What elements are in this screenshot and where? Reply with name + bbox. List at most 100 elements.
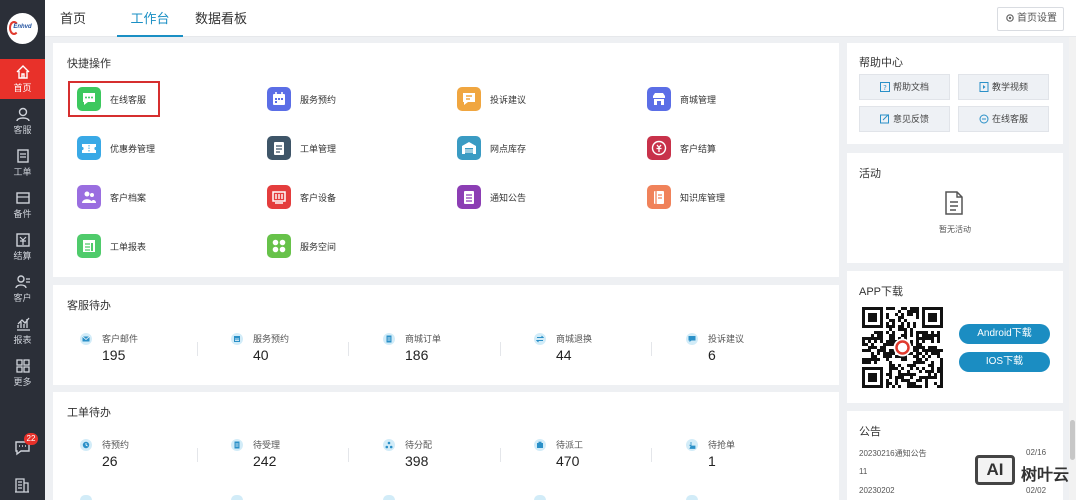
todo-pending-grab[interactable]: 待抢单 1 [686,436,826,476]
todo-complaint[interactable]: 投诉建议 6 [686,330,826,370]
ticket-icon [267,136,291,160]
announcement-item[interactable]: 20230202 [859,486,895,495]
assign-icon [383,439,395,451]
ios-download-button[interactable]: IOS下载 [959,352,1050,372]
divider [348,342,349,356]
home-icon [16,65,29,79]
quick-action-customer-archive[interactable]: 客户档案 [68,179,218,215]
feedback-button[interactable]: 意见反馈 [859,106,950,132]
tab-workbench[interactable]: 工作台 [117,0,183,37]
chat-icon [979,114,989,124]
order-icon [383,333,395,345]
sidebar-item-parts[interactable]: 备件 [0,185,45,225]
todo-label: 服务预约 [253,334,290,344]
quick-action-label: 知识库管理 [680,193,726,203]
todo-pending-assign[interactable]: 待分配 398 [383,436,523,476]
warehouse-icon [457,136,481,160]
help-button-label: 意见反馈 [892,114,929,124]
announcement-item[interactable]: 20230216通知公告 [859,448,927,459]
todo-shop-order[interactable]: 商城订单 186 [383,330,523,370]
todo-count: 44 [556,347,572,363]
sidebar-item-report[interactable]: 报表 [0,311,45,351]
settlement-icon [15,233,30,247]
todo-count: 242 [253,453,277,469]
quick-action-label: 商城管理 [680,95,717,105]
todo-partial-icon [534,495,546,500]
help-doc-button[interactable]: ? 帮助文档 [859,74,950,100]
complaint-icon [686,333,698,345]
todo-count: 26 [102,453,118,469]
todo-label: 商城退换 [556,334,593,344]
quick-action-knowledge-base[interactable]: 知识库管理 [638,179,788,215]
doc-icon [231,439,243,451]
sidebar-item-home[interactable]: 首页 [0,59,45,99]
chat-icon [77,87,101,111]
watermark-text: 树叶云 [1021,467,1070,484]
todo-count: 6 [708,347,716,363]
quick-action-service-booking[interactable]: 服务预约 [258,81,408,117]
quick-action-label: 服务预约 [300,95,337,105]
quick-action-complaint[interactable]: 投诉建议 [448,81,598,117]
todo-customer-mail[interactable]: 客户邮件 195 [80,330,220,370]
sidebar-item-customer[interactable]: 客户 [0,269,45,309]
quick-action-customer-device[interactable]: 客户设备 [258,179,408,215]
quick-action-label: 通知公告 [490,193,527,203]
sidebar-item-settlement[interactable]: 结算 [0,227,45,267]
todo-label: 投诉建议 [708,334,745,344]
quick-action-shop[interactable]: 商城管理 [638,81,788,117]
quick-action-label: 客户设备 [300,193,337,203]
sidebar-item-more[interactable]: 更多 [0,353,45,393]
feedback-icon [879,114,889,124]
company-logo[interactable]: Enhvd [7,13,38,44]
quick-action-ticket-management[interactable]: 工单管理 [258,130,408,166]
todo-service-booking[interactable]: 服务预约 40 [231,330,371,370]
notice-icon [457,185,481,209]
panel-title: 公告 [859,426,881,438]
sidebar-item-service[interactable]: 客服 [0,101,45,141]
sidebar-item-label: 工单 [13,167,32,177]
quick-action-ticket-report[interactable]: 工单报表 [68,228,218,264]
home-settings-label: 首页设置 [1017,13,1057,24]
ai-logo-icon: AI [975,455,1015,485]
home-settings-button[interactable]: 首页设置 [997,7,1064,31]
top-bar: 首页 工作台 数据看板 首页设置 [45,0,1076,37]
quick-action-label: 投诉建议 [490,95,527,105]
video-icon [979,82,989,92]
message-button[interactable]: 22 [0,432,45,462]
quick-action-branch-inventory[interactable]: 网点库存 [448,130,598,166]
building-icon [15,478,29,493]
quick-action-online-service[interactable]: 在线客服 [68,81,160,117]
quick-action-service-space[interactable]: 服务空间 [258,228,408,264]
panel-title: 客服待办 [67,300,111,312]
sidebar-item-ticket[interactable]: 工单 [0,143,45,183]
ticket-icon [16,149,29,163]
ticket-todo-panel: 工单待办 待预约 26 待受理 242 待分配 398 待派工 470 待抢单 … [53,392,839,500]
customer-icon [14,275,30,289]
quick-action-notice[interactable]: 通知公告 [448,179,598,215]
divider [651,448,652,462]
sidebar-item-label: 结算 [13,251,32,261]
android-download-button[interactable]: Android下载 [959,324,1050,344]
todo-label: 待分配 [405,440,433,450]
report-icon [77,234,101,258]
tutorial-video-button[interactable]: 教学视频 [958,74,1049,100]
quick-action-customer-settlement[interactable]: 客户结算 [638,130,788,166]
todo-pending-accept[interactable]: 待受理 242 [231,436,371,476]
divider [651,342,652,356]
todo-pending-dispatch[interactable]: 待派工 470 [534,436,674,476]
apps-icon [267,234,291,258]
watermark: AI 树叶云 [972,451,1076,493]
people-icon [77,185,101,209]
tab-data-dashboard[interactable]: 数据看板 [195,0,255,37]
quick-action-coupon[interactable]: 优惠券管理 [68,130,218,166]
organization-button[interactable] [0,472,45,498]
sidebar-item-label: 备件 [13,209,32,219]
quick-action-label: 客户结算 [680,144,717,154]
online-service-button[interactable]: 在线客服 [958,106,1049,132]
divider [197,342,198,356]
todo-count: 398 [405,453,429,469]
todo-pending-booking[interactable]: 待预约 26 [80,436,220,476]
tab-home[interactable]: 首页 [60,0,90,37]
announcement-item[interactable]: 11 [859,467,867,476]
todo-shop-return[interactable]: 商城退换 44 [534,330,674,370]
